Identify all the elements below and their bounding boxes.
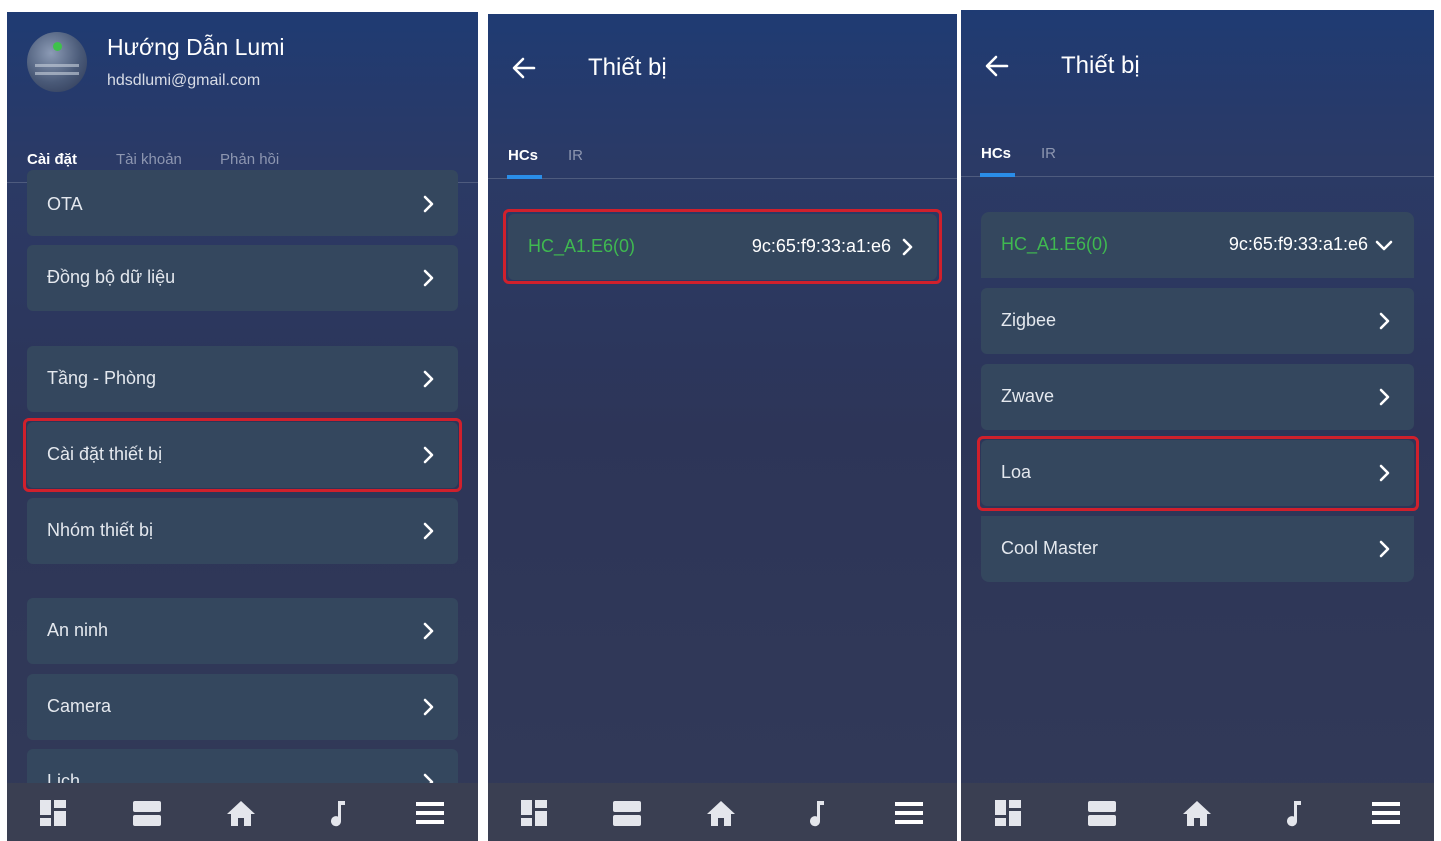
music-icon[interactable]	[1276, 797, 1308, 829]
devices-icon[interactable]	[1086, 797, 1118, 829]
home-icon[interactable]	[1181, 797, 1213, 829]
chevron-right-icon	[1374, 387, 1394, 407]
home-icon[interactable]	[225, 797, 257, 829]
menu-item-ota[interactable]: OTA	[27, 170, 458, 236]
online-dot	[53, 42, 62, 51]
highlight-box	[503, 209, 942, 284]
devices-icon[interactable]	[611, 797, 643, 829]
tab-account[interactable]: Tài khoản	[116, 151, 182, 168]
menu-item-sync-data[interactable]: Đồng bộ dữ liệu	[27, 245, 458, 311]
tab-ir[interactable]: IR	[568, 147, 583, 164]
avatar-graphic	[35, 72, 79, 75]
home-icon[interactable]	[705, 797, 737, 829]
chevron-right-icon	[418, 521, 438, 541]
devices-expanded-screen: Thiết bị HCs IR HC_A1.E6(0) 9c:65:f9:33:…	[961, 10, 1434, 841]
back-arrow-icon[interactable]	[510, 54, 538, 82]
highlight-box	[977, 436, 1419, 511]
bottom-nav	[488, 783, 957, 841]
menu-item-label: Nhóm thiết bị	[47, 520, 154, 540]
menu-item-device-groups[interactable]: Nhóm thiết bị	[27, 498, 458, 564]
avatar[interactable]	[27, 32, 87, 92]
active-tab-indicator	[980, 173, 1015, 177]
profile-email: hdsdlumi@gmail.com	[107, 72, 261, 89]
bottom-nav	[7, 783, 478, 841]
protocol-item-cool-master[interactable]: Cool Master	[981, 516, 1414, 582]
chevron-right-icon	[418, 194, 438, 214]
dashboard-icon[interactable]	[518, 797, 550, 829]
menu-item-security[interactable]: An ninh	[27, 598, 458, 664]
device-tabs: HCs IR	[961, 127, 1434, 177]
avatar-graphic	[35, 64, 79, 67]
active-tab-indicator	[507, 175, 542, 179]
protocol-item-zwave[interactable]: Zwave	[981, 364, 1414, 430]
hc-mac: 9c:65:f9:33:a1:e6	[1228, 234, 1368, 254]
protocol-item-label: Zigbee	[1001, 310, 1057, 330]
page-title: Thiết bị	[1061, 52, 1140, 79]
chevron-right-icon	[418, 268, 438, 288]
menu-item-label: An ninh	[47, 620, 109, 640]
menu-item-label: OTA	[47, 194, 83, 214]
tab-feedback[interactable]: Phản hồi	[220, 151, 279, 168]
dashboard-icon[interactable]	[37, 797, 69, 829]
back-arrow-icon[interactable]	[983, 52, 1011, 80]
menu-item-camera[interactable]: Camera	[27, 674, 458, 740]
menu-item-label: Camera	[47, 696, 112, 716]
protocol-item-zigbee[interactable]: Zigbee	[981, 288, 1414, 354]
hc-name: HC_A1.E6(0)	[1001, 234, 1109, 254]
tab-settings[interactable]: Cài đặt	[27, 151, 77, 168]
chevron-down-icon	[1374, 235, 1394, 255]
music-icon[interactable]	[799, 797, 831, 829]
devices-screen: Thiết bị HCs IR HC_A1.E6(0) 9c:65:f9:33:…	[488, 14, 957, 841]
protocol-item-label: Cool Master	[1001, 538, 1099, 558]
devices-icon[interactable]	[131, 797, 163, 829]
tab-ir[interactable]: IR	[1041, 145, 1056, 162]
profile-name: Hướng Dẫn Lumi	[107, 34, 285, 60]
bottom-nav	[961, 783, 1434, 841]
menu-icon[interactable]	[893, 797, 925, 829]
menu-item-label: Đồng bộ dữ liệu	[47, 267, 176, 287]
menu-icon[interactable]	[414, 797, 446, 829]
highlight-box	[23, 418, 462, 492]
chevron-right-icon	[1374, 539, 1394, 559]
menu-item-label: Tầng - Phòng	[47, 368, 157, 388]
dashboard-icon[interactable]	[992, 797, 1024, 829]
menu-icon[interactable]	[1370, 797, 1402, 829]
settings-screen: Hướng Dẫn Lumi hdsdlumi@gmail.com Cài đặ…	[7, 12, 478, 841]
music-icon[interactable]	[320, 797, 352, 829]
page-title: Thiết bị	[588, 54, 667, 81]
tab-hcs[interactable]: HCs	[508, 147, 538, 164]
chevron-right-icon	[418, 697, 438, 717]
chevron-right-icon	[418, 369, 438, 389]
hc-row-expanded[interactable]: HC_A1.E6(0) 9c:65:f9:33:a1:e6	[981, 212, 1414, 278]
chevron-right-icon	[1374, 311, 1394, 331]
protocol-item-label: Zwave	[1001, 386, 1055, 406]
tab-hcs[interactable]: HCs	[981, 145, 1011, 162]
menu-item-floor-room[interactable]: Tầng - Phòng	[27, 346, 458, 412]
chevron-right-icon	[418, 621, 438, 641]
device-tabs: HCs IR	[488, 129, 957, 179]
